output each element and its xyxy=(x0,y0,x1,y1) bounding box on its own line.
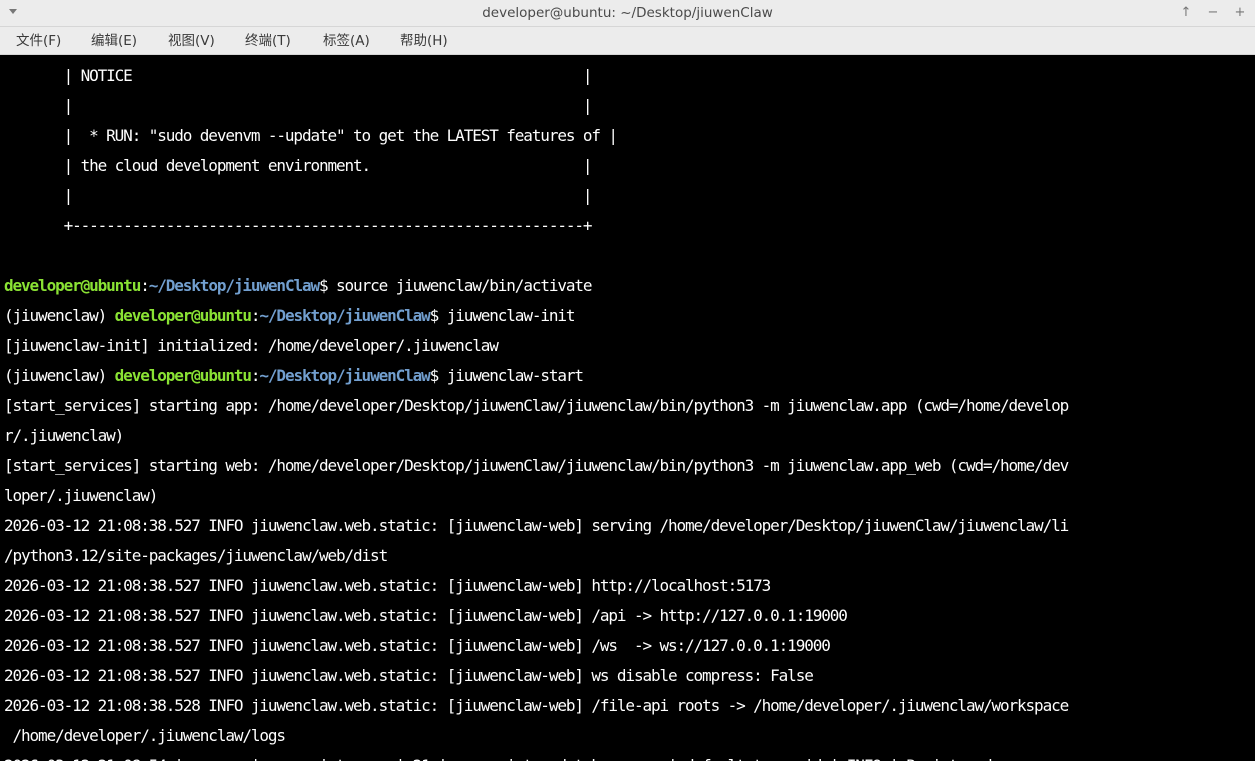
prompt-venv: (jiuwenclaw) xyxy=(4,306,115,325)
menu-view[interactable]: 视图(V) xyxy=(168,27,215,55)
prompt-user-host: developer@ubuntu xyxy=(114,306,252,325)
log-line: 2026-03-12 21:08:38.527 INFO jiuwenclaw.… xyxy=(4,666,814,685)
prompt-user-host: developer@ubuntu xyxy=(114,366,252,385)
window-title: developer@ubuntu: ~/Desktop/jiuwenClaw xyxy=(482,5,773,21)
log-line: 2026-03-12 21:08:54 | ...... | ...regist… xyxy=(4,751,1018,761)
prompt-path: ~/Desktop/jiuwenClaw xyxy=(259,366,430,385)
terminal-output[interactable]: | NOTICE | | | | * RUN: "sudo devenvm --… xyxy=(0,55,1255,761)
command-text: jiuwenclaw-init xyxy=(446,306,576,325)
output-line: [start_services] starting app: /home/dev… xyxy=(4,396,1069,415)
command-line: (jiuwenclaw) developer@ubuntu:~/Desktop/… xyxy=(4,301,576,331)
prompt-dollar: $ xyxy=(319,276,337,295)
log-line: 2026-03-12 21:08:38.527 INFO jiuwenclaw.… xyxy=(4,606,848,625)
output-line: r/.jiuwenclaw) xyxy=(4,426,124,445)
menu-bar: 文件(F) 编辑(E) 视图(V) 终端(T) 标签(A) 帮助(H) xyxy=(0,27,1255,55)
notice-line: | * RUN: "sudo devenvm --update" to get … xyxy=(4,126,618,145)
log-line: 2026-03-12 21:08:38.527 INFO jiuwenclaw.… xyxy=(4,636,831,655)
command-text: source jiuwenclaw/bin/activate xyxy=(336,276,593,295)
output-line: loper/.jiuwenclaw) xyxy=(4,486,158,505)
prompt-dollar: $ xyxy=(429,366,447,385)
log-line: 2026-03-12 21:08:38.528 INFO jiuwenclaw.… xyxy=(4,696,1069,715)
command-line: (jiuwenclaw) developer@ubuntu:~/Desktop/… xyxy=(4,361,584,391)
command-text: jiuwenclaw-start xyxy=(446,366,584,385)
menu-terminal[interactable]: 终端(T) xyxy=(245,27,291,55)
menu-help[interactable]: 帮助(H) xyxy=(400,27,448,55)
menu-edit[interactable]: 编辑(E) xyxy=(91,27,137,55)
pin-icon[interactable]: ↑ xyxy=(1177,2,1195,24)
prompt-path: ~/Desktop/jiuwenClaw xyxy=(148,276,320,295)
menu-file[interactable]: 文件(F) xyxy=(16,27,61,55)
minimize-button[interactable]: − xyxy=(1204,2,1222,24)
log-line: /home/developer/.jiuwenclaw/logs xyxy=(4,726,287,745)
prompt-colon: : xyxy=(140,276,150,295)
prompt-venv: (jiuwenclaw) xyxy=(4,366,115,385)
notice-line: | NOTICE | xyxy=(4,66,593,85)
notice-line: | | xyxy=(4,96,593,115)
log-line: 2026-03-12 21:08:38.527 INFO jiuwenclaw.… xyxy=(4,516,1069,535)
prompt-dollar: $ xyxy=(429,306,447,325)
title-bar[interactable]: developer@ubuntu: ~/Desktop/jiuwenClaw ↑… xyxy=(0,0,1255,27)
notice-line: | | xyxy=(4,186,593,205)
output-line: [start_services] starting web: /home/dev… xyxy=(4,456,1069,475)
maximize-button[interactable]: + xyxy=(1231,2,1249,24)
output-line: [jiuwenclaw-init] initialized: /home/dev… xyxy=(4,336,499,355)
menu-tabs[interactable]: 标签(A) xyxy=(323,27,370,55)
log-line: 2026-03-12 21:08:38.527 INFO jiuwenclaw.… xyxy=(4,576,771,595)
prompt-user-host: developer@ubuntu xyxy=(4,276,141,295)
command-line: developer@ubuntu:~/Desktop/jiuwenClaw$ s… xyxy=(4,271,593,301)
notice-line: | the cloud development environment. | xyxy=(4,156,593,175)
log-line: /python3.12/site-packages/jiuwenclaw/web… xyxy=(4,546,388,565)
notice-border: +---------------------------------------… xyxy=(4,216,593,235)
prompt-path: ~/Desktop/jiuwenClaw xyxy=(259,306,430,325)
terminal-window: developer@ubuntu: ~/Desktop/jiuwenClaw ↑… xyxy=(0,0,1255,761)
